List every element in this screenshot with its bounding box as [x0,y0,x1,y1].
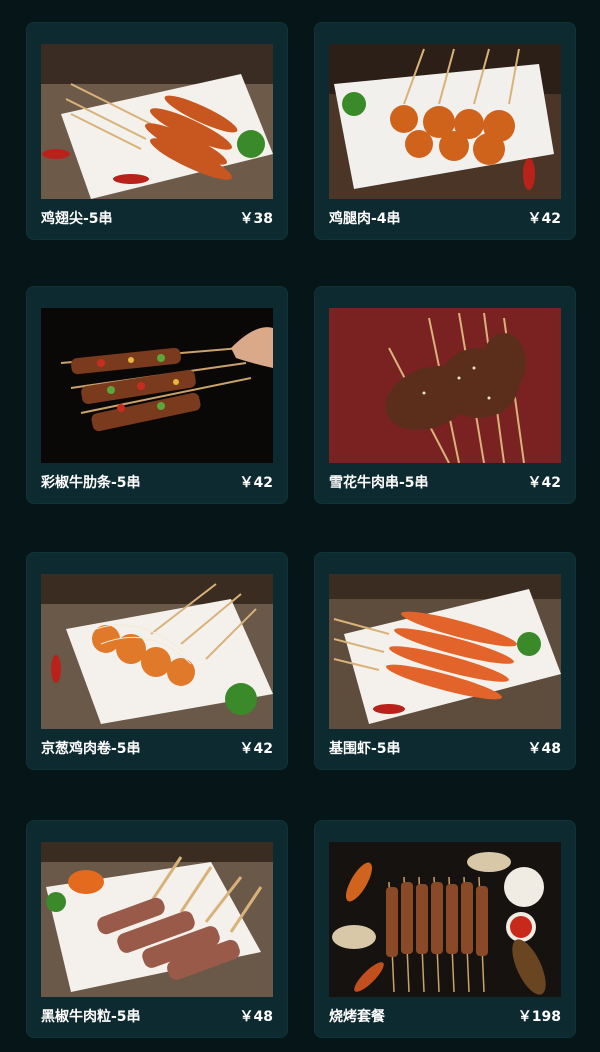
menu-item-price: ￥198 [517,1009,561,1025]
menu-item-price: ￥48 [239,1009,273,1025]
black-pepper-beef-cube-photo [41,842,273,997]
chicken-wing-tips-photo [41,44,273,199]
menu-item-name: 彩椒牛肋条-5串 [41,475,141,491]
menu-item-card[interactable]: 彩椒牛肋条-5串 ￥42 [26,286,288,504]
menu-item-card[interactable]: 烧烤套餐 ￥198 [314,820,576,1038]
pepper-beef-rib-photo [41,308,273,463]
menu-item-name: 基围虾-5串 [329,741,401,757]
menu-item-name: 鸡翅尖-5串 [41,211,113,227]
menu-item-card[interactable]: 鸡翅尖-5串 ￥38 [26,22,288,240]
menu-item-name: 黑椒牛肉粒-5串 [41,1009,141,1025]
chicken-thigh-photo [329,44,561,199]
menu-item-card[interactable]: 鸡腿肉-4串 ￥42 [314,22,576,240]
bbq-set-photo [329,842,561,997]
menu-item-name: 鸡腿肉-4串 [329,211,401,227]
marbled-beef-skewer-photo [329,308,561,463]
menu-item-name: 京葱鸡肉卷-5串 [41,741,141,757]
menu-item-name: 烧烤套餐 [329,1009,385,1025]
shrimp-skewer-photo [329,574,561,729]
menu-item-name: 雪花牛肉串-5串 [329,475,429,491]
menu-item-price: ￥42 [239,741,273,757]
menu-item-price: ￥42 [527,475,561,491]
menu-item-price: ￥48 [527,741,561,757]
menu-item-price: ￥42 [239,475,273,491]
menu-item-card[interactable]: 黑椒牛肉粒-5串 ￥48 [26,820,288,1038]
menu-item-card[interactable]: 京葱鸡肉卷-5串 ￥42 [26,552,288,770]
menu-item-card[interactable]: 基围虾-5串 ￥48 [314,552,576,770]
scallion-chicken-roll-photo [41,574,273,729]
menu-item-card[interactable]: 雪花牛肉串-5串 ￥42 [314,286,576,504]
menu-item-price: ￥42 [527,211,561,227]
menu-item-price: ￥38 [239,211,273,227]
